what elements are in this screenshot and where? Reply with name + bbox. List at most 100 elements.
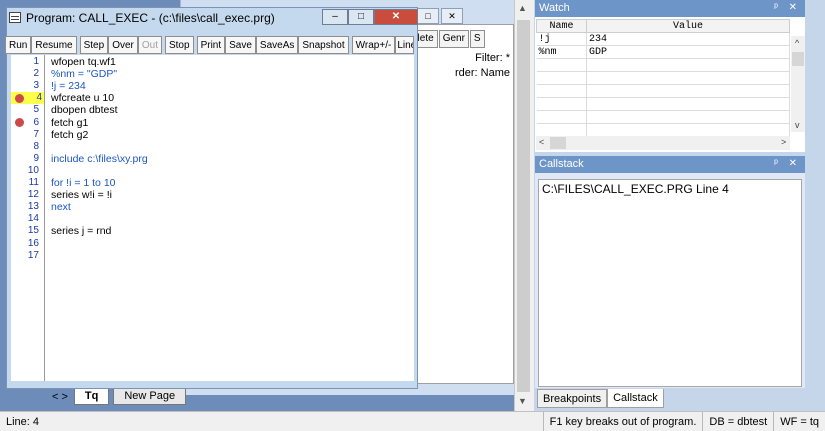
breakpoint-icon[interactable] — [15, 93, 24, 103]
tab-callstack[interactable]: Callstack — [607, 389, 664, 408]
line-number[interactable]: 2 — [11, 68, 41, 80]
callstack-panel: Callstack ᵖ ✕ C:\FILES\CALL_EXEC.PRG Lin… — [535, 156, 805, 388]
line-number[interactable]: 16 — [11, 238, 41, 250]
line-number[interactable]: 15 — [11, 225, 41, 237]
code-line[interactable]: series w!i = !i — [51, 189, 112, 201]
line-number[interactable]: 13 — [11, 201, 41, 213]
saveas-button[interactable]: SaveAs — [255, 36, 299, 54]
program-toolbar: Run Resume Step Over Out Stop Print Save… — [5, 36, 415, 54]
run-button[interactable]: Run — [5, 36, 32, 54]
pin-close-icons[interactable]: ᵖ ✕ — [774, 158, 801, 169]
debug-panel-tabs: Breakpoints Callstack — [537, 389, 664, 408]
table-row[interactable]: %nm GDP — [536, 45, 790, 59]
filter-label: Filter: * — [475, 52, 510, 64]
status-segments: F1 key breaks out of program. DB = dbtes… — [542, 412, 825, 431]
close-button[interactable]: ✕ — [374, 9, 418, 25]
table-row[interactable] — [536, 110, 790, 124]
callstack-list[interactable]: C:\FILES\CALL_EXEC.PRG Line 4 — [538, 179, 802, 387]
scroll-up-icon[interactable]: ^ — [795, 38, 799, 48]
tab-new-page[interactable]: New Page — [113, 389, 187, 405]
watch-name[interactable]: %nm — [536, 45, 587, 59]
line-number[interactable]: 17 — [11, 250, 41, 262]
code-line[interactable]: include c:\files\xy.prg — [51, 153, 148, 165]
line-number[interactable]: 7 — [11, 129, 41, 141]
code-line[interactable]: fetch g1 — [51, 117, 88, 129]
restore-button[interactable]: □ — [417, 8, 439, 24]
stop-button[interactable]: Stop — [164, 36, 194, 54]
out-button[interactable]: Out — [137, 36, 162, 54]
breakpoint-icon[interactable] — [15, 118, 24, 127]
maximize-button[interactable]: □ — [348, 9, 374, 25]
watch-value[interactable]: GDP — [586, 45, 790, 59]
close-button[interactable]: ✕ — [441, 8, 463, 24]
table-row[interactable] — [536, 58, 790, 72]
over-button[interactable]: Over — [108, 36, 138, 54]
column-name[interactable]: Name — [536, 19, 587, 33]
line-number[interactable]: 8 — [11, 141, 41, 153]
table-row[interactable] — [536, 71, 790, 85]
line-number[interactable]: 14 — [11, 213, 41, 225]
code-line[interactable]: wfcreate u 10 — [51, 92, 114, 104]
column-value[interactable]: Value — [586, 19, 790, 33]
line-number[interactable]: 10 — [11, 165, 41, 177]
scrollbar-thumb[interactable] — [517, 20, 530, 392]
table-row[interactable] — [536, 97, 790, 111]
code-line[interactable]: dbopen dbtest — [51, 104, 118, 116]
genr-button[interactable]: Genr — [438, 30, 469, 48]
code-line[interactable]: !j = 234 — [51, 80, 86, 92]
wrap-button[interactable]: Wrap+/- — [351, 36, 396, 54]
window-controls: ‒ □ ✕ — [322, 9, 418, 25]
scroll-down-icon[interactable]: ▼ — [518, 396, 527, 406]
line-number[interactable]: 12 — [11, 189, 41, 201]
line-number[interactable]: 11 — [11, 177, 41, 189]
code-line[interactable]: for !i = 1 to 10 — [51, 177, 116, 189]
scroll-right-icon[interactable]: > — [781, 137, 786, 147]
code-line[interactable]: %nm = "GDP" — [51, 68, 117, 80]
order-label: rder: Name — [454, 67, 510, 79]
status-workfile[interactable]: WF = tq — [773, 412, 825, 431]
watch-table[interactable]: Name Value !j 234 %nm GDP — [536, 19, 790, 137]
page-tabs: < > Tq New Page — [46, 388, 190, 406]
line-number-gutter[interactable]: 1 2 3 4 5 6 7 8 9 10 11 12 13 14 15 16 17 — [11, 55, 45, 381]
code-editor[interactable]: 1 2 3 4 5 6 7 8 9 10 11 12 13 14 15 16 17 wfopen tq.wf1%… — [11, 55, 414, 381]
save-button[interactable]: Save — [225, 36, 256, 54]
code-line[interactable]: fetch g2 — [51, 129, 88, 141]
watch-panel: Watch ᵖ ✕ Name Value !j 234 %nm GDP ^ v … — [535, 0, 805, 152]
minimize-button[interactable]: ‒ — [322, 9, 348, 25]
watch-name[interactable]: !j — [536, 32, 587, 46]
snapshot-button[interactable]: Snapshot — [298, 36, 349, 54]
pin-close-icons[interactable]: ᵖ ✕ — [774, 2, 801, 13]
tab-breakpoints[interactable]: Breakpoints — [537, 389, 608, 408]
table-row[interactable] — [536, 84, 790, 98]
tab-tq[interactable]: Tq — [73, 389, 110, 405]
print-button[interactable]: Print — [196, 36, 226, 54]
callstack-title: Callstack — [539, 158, 584, 170]
line-button[interactable]: Line — [395, 36, 415, 54]
line-number[interactable]: 9 — [11, 153, 41, 165]
watch-value[interactable]: 234 — [586, 32, 790, 46]
line-number[interactable]: 3 — [11, 80, 41, 92]
code-line[interactable]: next — [51, 201, 71, 213]
scroll-down-icon[interactable]: v — [795, 120, 800, 130]
status-bar: Line: 4 F1 key breaks out of program. DB… — [0, 411, 825, 431]
page-tab-nav[interactable]: < > — [46, 391, 74, 403]
table-row[interactable]: !j 234 — [536, 32, 790, 46]
watch-vertical-scrollbar[interactable] — [791, 36, 805, 132]
status-database[interactable]: DB = dbtest — [702, 412, 773, 431]
code-line[interactable]: series j = rnd — [51, 225, 111, 237]
watch-horizontal-scrollbar[interactable] — [536, 136, 790, 150]
scroll-up-icon[interactable]: ▲ — [518, 3, 527, 13]
table-row[interactable] — [536, 123, 790, 137]
code-line[interactable]: wfopen tq.wf1 — [51, 56, 116, 68]
line-number[interactable]: 1 — [11, 56, 41, 68]
scroll-left-icon[interactable]: < — [539, 137, 544, 147]
line-number[interactable]: 5 — [11, 104, 41, 116]
watch-title-bar: Watch ᵖ ✕ — [535, 0, 805, 17]
callstack-entry[interactable]: C:\FILES\CALL_EXEC.PRG Line 4 — [542, 182, 798, 196]
sample-button[interactable]: S — [469, 30, 485, 48]
step-button[interactable]: Step — [79, 36, 109, 54]
resume-button[interactable]: Resume — [31, 36, 77, 54]
program-title: Program: CALL_EXEC - (c:\files\call_exec… — [26, 11, 275, 25]
background-window-controls: □ ✕ — [417, 8, 463, 24]
background-toolbar: elete Genr S — [408, 30, 486, 48]
